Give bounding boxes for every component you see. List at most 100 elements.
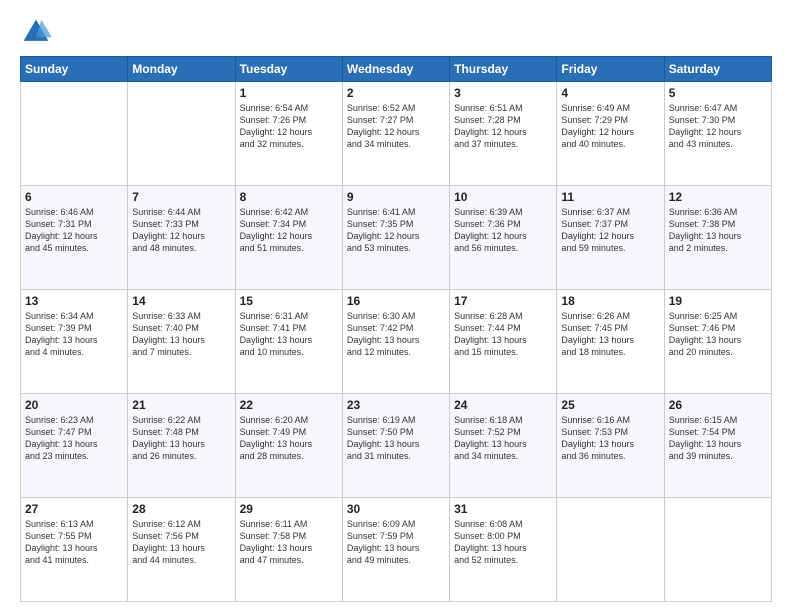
day-info: Sunrise: 6:19 AM Sunset: 7:50 PM Dayligh… [347,414,445,463]
day-info: Sunrise: 6:39 AM Sunset: 7:36 PM Dayligh… [454,206,552,255]
day-number: 2 [347,86,445,100]
day-info: Sunrise: 6:52 AM Sunset: 7:27 PM Dayligh… [347,102,445,151]
day-number: 4 [561,86,659,100]
day-number: 18 [561,294,659,308]
calendar-cell [557,498,664,602]
day-number: 12 [669,190,767,204]
day-number: 26 [669,398,767,412]
day-number: 29 [240,502,338,516]
calendar-cell: 11 Sunrise: 6:37 AM Sunset: 7:37 PM Dayli… [557,186,664,290]
calendar-week-1: 1 Sunrise: 6:54 AM Sunset: 7:26 PM Daylig… [21,82,772,186]
day-number: 9 [347,190,445,204]
calendar-cell: 14 Sunrise: 6:33 AM Sunset: 7:40 PM Dayli… [128,290,235,394]
day-number: 15 [240,294,338,308]
day-info: Sunrise: 6:54 AM Sunset: 7:26 PM Dayligh… [240,102,338,151]
calendar-cell [664,498,771,602]
calendar-cell: 8Sunrise: 6:42 AM Sunset: 7:34 PM Daylig… [235,186,342,290]
day-info: Sunrise: 6:34 AM Sunset: 7:39 PM Dayligh… [25,310,123,359]
day-info: Sunrise: 6:16 AM Sunset: 7:53 PM Dayligh… [561,414,659,463]
header [20,16,772,48]
calendar-cell: 23 Sunrise: 6:19 AM Sunset: 7:50 PM Dayli… [342,394,449,498]
day-number: 11 [561,190,659,204]
calendar-cell: 16 Sunrise: 6:30 AM Sunset: 7:42 PM Dayli… [342,290,449,394]
day-number: 1 [240,86,338,100]
calendar-cell: 24 Sunrise: 6:18 AM Sunset: 7:52 PM Dayli… [450,394,557,498]
calendar-cell: 25Sunrise: 6:16 AM Sunset: 7:53 PM Dayli… [557,394,664,498]
day-info: Sunrise: 6:37 AM Sunset: 7:37 PM Dayligh… [561,206,659,255]
calendar-cell: 7Sunrise: 6:44 AM Sunset: 7:33 PM Daylig… [128,186,235,290]
day-info: Sunrise: 6:47 AM Sunset: 7:30 PM Dayligh… [669,102,767,151]
calendar-cell: 22Sunrise: 6:20 AM Sunset: 7:49 PM Dayli… [235,394,342,498]
day-number: 20 [25,398,123,412]
day-info: Sunrise: 6:41 AM Sunset: 7:35 PM Dayligh… [347,206,445,255]
calendar-week-3: 13 Sunrise: 6:34 AM Sunset: 7:39 PM Dayli… [21,290,772,394]
day-number: 17 [454,294,552,308]
day-number: 21 [132,398,230,412]
calendar-cell: 30Sunrise: 6:09 AM Sunset: 7:59 PM Dayli… [342,498,449,602]
day-number: 27 [25,502,123,516]
calendar-cell: 17Sunrise: 6:28 AM Sunset: 7:44 PM Dayli… [450,290,557,394]
day-number: 13 [25,294,123,308]
day-number: 7 [132,190,230,204]
day-info: Sunrise: 6:33 AM Sunset: 7:40 PM Dayligh… [132,310,230,359]
calendar-cell [21,82,128,186]
day-info: Sunrise: 6:26 AM Sunset: 7:45 PM Dayligh… [561,310,659,359]
calendar-header-sunday: Sunday [21,57,128,82]
calendar-cell: 3 Sunrise: 6:51 AM Sunset: 7:28 PM Daylig… [450,82,557,186]
calendar-cell: 4 Sunrise: 6:49 AM Sunset: 7:29 PM Daylig… [557,82,664,186]
day-number: 31 [454,502,552,516]
day-info: Sunrise: 6:36 AM Sunset: 7:38 PM Dayligh… [669,206,767,255]
calendar-cell [128,82,235,186]
day-number: 23 [347,398,445,412]
logo [20,16,56,48]
day-number: 19 [669,294,767,308]
day-info: Sunrise: 6:20 AM Sunset: 7:49 PM Dayligh… [240,414,338,463]
calendar-header-tuesday: Tuesday [235,57,342,82]
day-info: Sunrise: 6:49 AM Sunset: 7:29 PM Dayligh… [561,102,659,151]
calendar-cell: 18 Sunrise: 6:26 AM Sunset: 7:45 PM Dayli… [557,290,664,394]
calendar-week-2: 6Sunrise: 6:46 AM Sunset: 7:31 PM Daylig… [21,186,772,290]
calendar-cell: 29Sunrise: 6:11 AM Sunset: 7:58 PM Dayli… [235,498,342,602]
calendar-cell: 13 Sunrise: 6:34 AM Sunset: 7:39 PM Dayli… [21,290,128,394]
calendar-cell: 19 Sunrise: 6:25 AM Sunset: 7:46 PM Dayli… [664,290,771,394]
day-number: 16 [347,294,445,308]
calendar-cell: 20 Sunrise: 6:23 AM Sunset: 7:47 PM Dayli… [21,394,128,498]
calendar-cell: 2 Sunrise: 6:52 AM Sunset: 7:27 PM Daylig… [342,82,449,186]
day-info: Sunrise: 6:08 AM Sunset: 8:00 PM Dayligh… [454,518,552,567]
calendar-header-wednesday: Wednesday [342,57,449,82]
day-info: Sunrise: 6:15 AM Sunset: 7:54 PM Dayligh… [669,414,767,463]
day-number: 14 [132,294,230,308]
calendar-cell: 27 Sunrise: 6:13 AM Sunset: 7:55 PM Dayli… [21,498,128,602]
calendar-header-saturday: Saturday [664,57,771,82]
day-info: Sunrise: 6:51 AM Sunset: 7:28 PM Dayligh… [454,102,552,151]
day-info: Sunrise: 6:25 AM Sunset: 7:46 PM Dayligh… [669,310,767,359]
day-number: 5 [669,86,767,100]
day-info: Sunrise: 6:23 AM Sunset: 7:47 PM Dayligh… [25,414,123,463]
calendar-cell: 9 Sunrise: 6:41 AM Sunset: 7:35 PM Daylig… [342,186,449,290]
day-info: Sunrise: 6:42 AM Sunset: 7:34 PM Dayligh… [240,206,338,255]
day-info: Sunrise: 6:12 AM Sunset: 7:56 PM Dayligh… [132,518,230,567]
calendar-cell: 10 Sunrise: 6:39 AM Sunset: 7:36 PM Dayli… [450,186,557,290]
day-info: Sunrise: 6:13 AM Sunset: 7:55 PM Dayligh… [25,518,123,567]
calendar-cell: 31 Sunrise: 6:08 AM Sunset: 8:00 PM Dayli… [450,498,557,602]
day-info: Sunrise: 6:30 AM Sunset: 7:42 PM Dayligh… [347,310,445,359]
day-info: Sunrise: 6:18 AM Sunset: 7:52 PM Dayligh… [454,414,552,463]
logo-icon [20,16,52,48]
calendar-header-thursday: Thursday [450,57,557,82]
day-number: 3 [454,86,552,100]
day-number: 24 [454,398,552,412]
calendar-cell: 21Sunrise: 6:22 AM Sunset: 7:48 PM Dayli… [128,394,235,498]
day-number: 30 [347,502,445,516]
calendar-cell: 1 Sunrise: 6:54 AM Sunset: 7:26 PM Daylig… [235,82,342,186]
day-info: Sunrise: 6:46 AM Sunset: 7:31 PM Dayligh… [25,206,123,255]
day-number: 10 [454,190,552,204]
calendar-cell: 28 Sunrise: 6:12 AM Sunset: 7:56 PM Dayli… [128,498,235,602]
day-info: Sunrise: 6:31 AM Sunset: 7:41 PM Dayligh… [240,310,338,359]
calendar-cell: 12 Sunrise: 6:36 AM Sunset: 7:38 PM Dayli… [664,186,771,290]
calendar-cell: 15 Sunrise: 6:31 AM Sunset: 7:41 PM Dayli… [235,290,342,394]
calendar-cell: 5 Sunrise: 6:47 AM Sunset: 7:30 PM Daylig… [664,82,771,186]
calendar-cell: 26 Sunrise: 6:15 AM Sunset: 7:54 PM Dayli… [664,394,771,498]
day-number: 28 [132,502,230,516]
calendar-header-monday: Monday [128,57,235,82]
page: SundayMondayTuesdayWednesdayThursdayFrid… [0,0,792,612]
